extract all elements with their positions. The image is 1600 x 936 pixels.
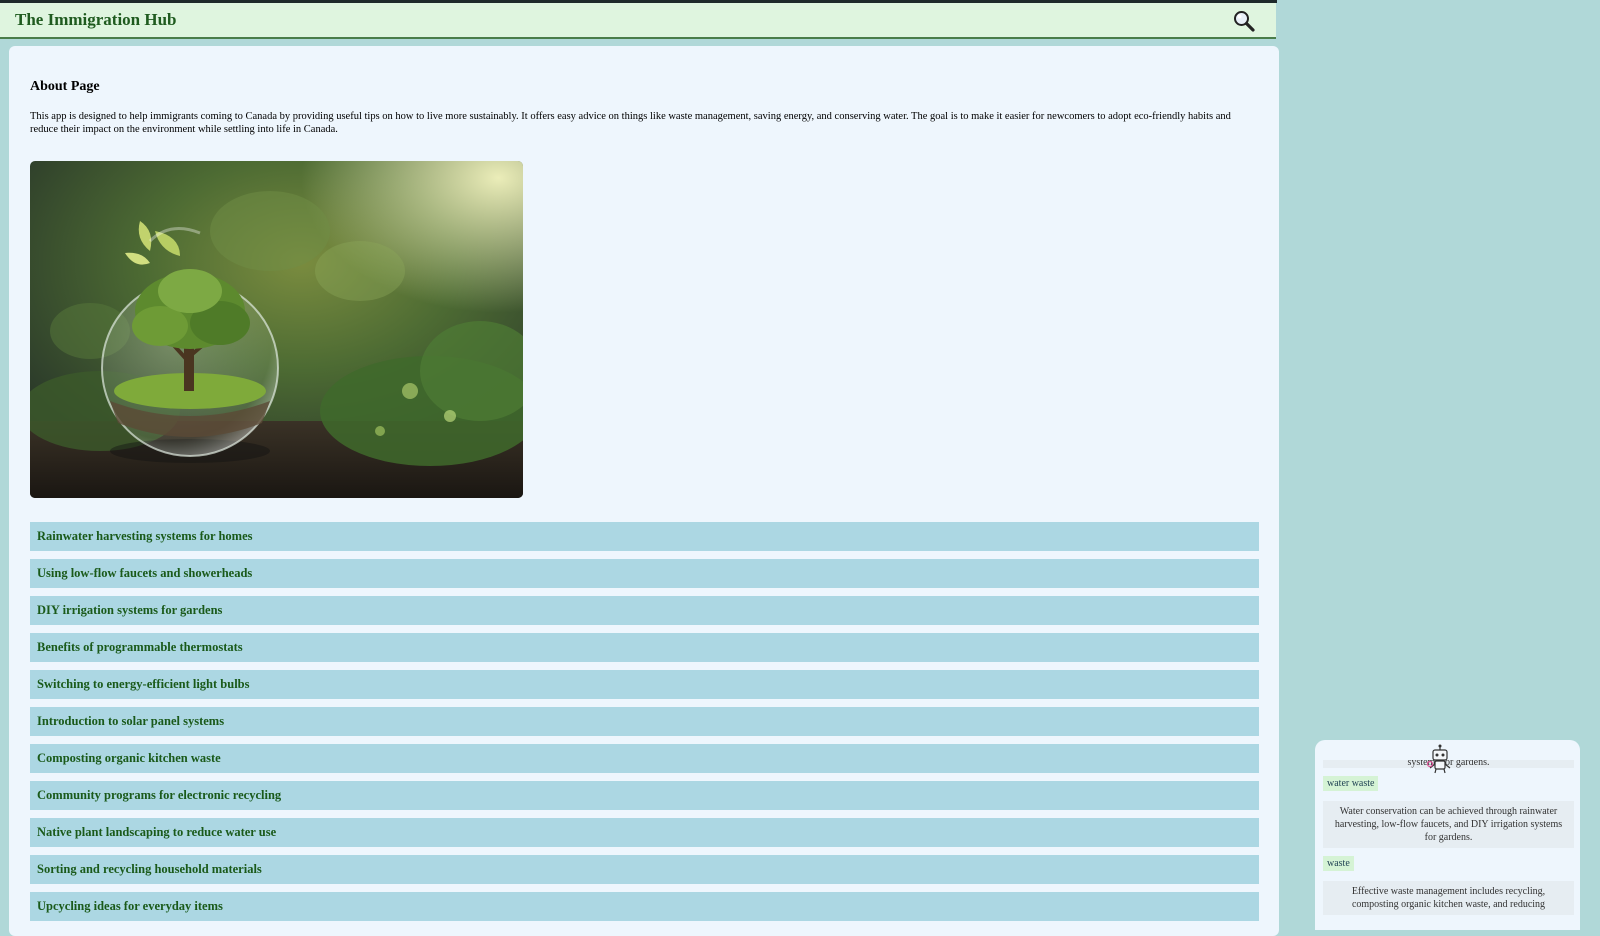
chatbot-panel[interactable]: systems for gardens. water waste Water c… <box>1315 740 1580 930</box>
topic-item[interactable]: Using low-flow faucets and showerheads <box>30 559 1259 588</box>
topic-label: Native plant landscaping to reduce water… <box>37 825 277 839</box>
topic-label: Using low-flow faucets and showerheads <box>37 566 253 580</box>
about-card: About Page This app is designed to help … <box>9 46 1279 936</box>
topic-item[interactable]: Community programs for electronic recycl… <box>30 781 1259 810</box>
topic-item[interactable]: Composting organic kitchen waste <box>30 744 1259 773</box>
topic-item[interactable]: Native plant landscaping to reduce water… <box>30 818 1259 847</box>
topic-label: Introduction to solar panel systems <box>37 714 225 728</box>
chat-user-message: water waste <box>1323 776 1379 791</box>
about-description: This app is designed to help immigrants … <box>30 111 1231 135</box>
topic-label: Community programs for electronic recycl… <box>37 788 282 802</box>
chat-user-message: waste <box>1323 856 1354 871</box>
chat-bot-message: Effective waste management includes recy… <box>1323 881 1574 915</box>
topic-item[interactable]: Benefits of programmable thermostats <box>30 633 1259 662</box>
search-icon[interactable] <box>1232 9 1256 33</box>
chat-bot-message: Water conservation can be achieved throu… <box>1323 801 1574 848</box>
topic-label: Benefits of programmable thermostats <box>37 640 243 654</box>
app-title[interactable]: The Immigration Hub <box>15 10 177 30</box>
topic-label: Composting organic kitchen waste <box>37 751 221 765</box>
topic-item[interactable]: Upcycling ideas for everyday items <box>30 892 1259 921</box>
topic-item[interactable]: DIY irrigation systems for gardens <box>30 596 1259 625</box>
page-title: About Page <box>30 79 100 94</box>
topic-label: Upcycling ideas for everyday items <box>37 899 223 913</box>
topic-label: Sorting and recycling household material… <box>37 862 262 876</box>
topic-label: DIY irrigation systems for gardens <box>37 603 223 617</box>
hero-image <box>30 161 523 498</box>
topic-label: Switching to energy-efficient light bulb… <box>37 677 250 691</box>
topic-label: Rainwater harvesting systems for homes <box>37 529 253 543</box>
topic-item[interactable]: Switching to energy-efficient light bulb… <box>30 670 1259 699</box>
topic-list: Rainwater harvesting systems for homes U… <box>30 522 1259 929</box>
app-header: The Immigration Hub <box>0 3 1276 39</box>
robot-icon[interactable] <box>1425 744 1455 774</box>
topic-item[interactable]: Introduction to solar panel systems <box>30 707 1259 736</box>
topic-item[interactable]: Sorting and recycling household material… <box>30 855 1259 884</box>
topic-item[interactable]: Rainwater harvesting systems for homes <box>30 522 1259 551</box>
chat-messages[interactable]: systems for gardens. water waste Water c… <box>1315 760 1580 915</box>
